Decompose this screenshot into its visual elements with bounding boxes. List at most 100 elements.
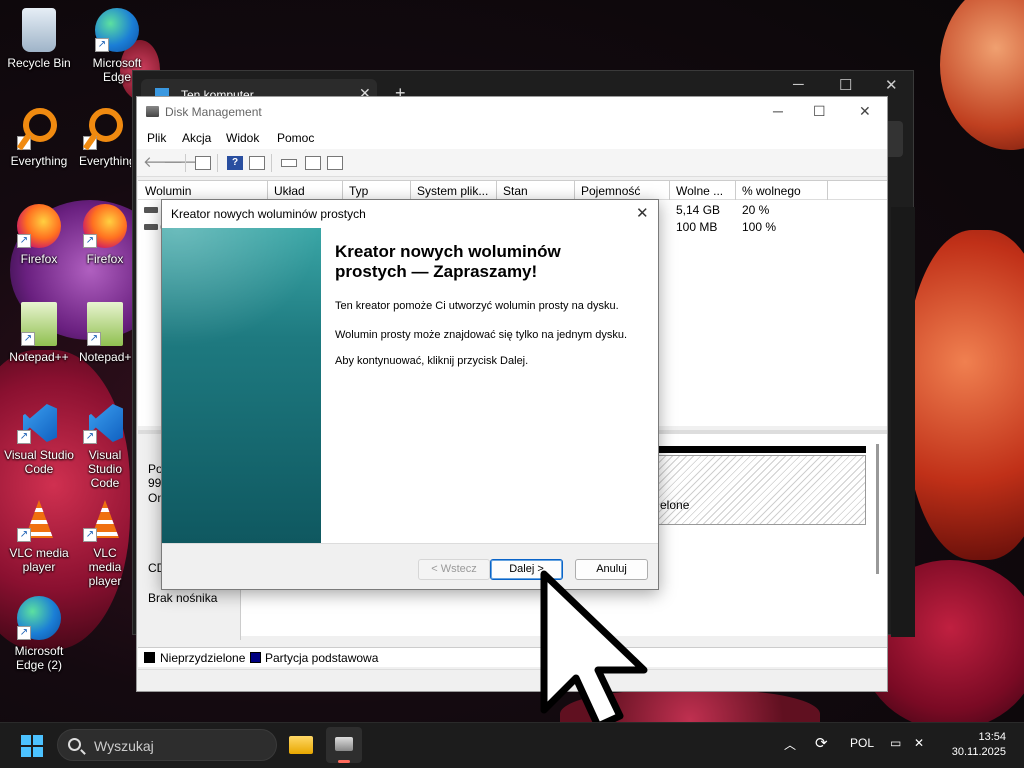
graph-scrollbar[interactable] <box>876 444 879 574</box>
desktop-icon-vlc[interactable]: ↗ VLC media player <box>1 498 77 574</box>
shortcut-arrow-icon: ↗ <box>17 136 31 150</box>
tray-overflow-chevron-icon[interactable]: ︿ <box>784 736 796 753</box>
desktop-icon-label: Everything <box>79 154 131 168</box>
column-filesystem[interactable]: System plik... <box>417 184 488 198</box>
recycle-bin-icon <box>22 8 56 52</box>
new-simple-volume-wizard[interactable]: Kreator nowych woluminów prostych ✕ Krea… <box>161 199 659 590</box>
everything-icon: ↗ <box>17 106 61 150</box>
dm-window-title: Disk Management <box>165 105 262 119</box>
column-divider[interactable] <box>669 181 670 200</box>
dm-close-button[interactable]: ✕ <box>859 103 871 120</box>
desktop-icon-vlc[interactable]: ↗ VLC media player <box>79 498 131 588</box>
notepadpp-icon: ↗ <box>21 302 57 346</box>
desktop-icon-firefox[interactable]: ↗ Firefox <box>1 204 77 266</box>
volume-list-header: Wolumin Układ Typ System plik... Stan Po… <box>138 181 887 200</box>
desktop-icon-notepadpp[interactable]: ↗ Notepad++ <box>79 302 131 364</box>
menu-file[interactable]: Plik <box>147 131 166 145</box>
desktop-icon-label: Recycle Bin <box>7 56 71 70</box>
windows-logo-icon <box>21 735 31 745</box>
column-layout[interactable]: Układ <box>274 184 305 198</box>
desktop-icon-label: VLC media player <box>88 546 122 588</box>
taskbar: Wyszukaj ︿ ⟳ POL ▭ ✕ 13:54 30.11.2025 <box>0 722 1024 768</box>
dm-minimize-button[interactable]: ─ <box>773 103 783 119</box>
shortcut-arrow-icon: ↗ <box>17 234 31 248</box>
back-arrow-icon[interactable]: 🡐 <box>143 152 183 171</box>
column-type[interactable]: Typ <box>349 184 368 198</box>
column-divider[interactable] <box>574 181 575 200</box>
edge-icon: ↗ <box>95 8 139 52</box>
legend-swatch-primary <box>250 652 261 663</box>
menu-help[interactable]: Pomoc <box>277 131 314 145</box>
disk-management-icon <box>146 106 159 117</box>
wizard-side-banner <box>162 228 321 543</box>
shortcut-arrow-icon: ↗ <box>83 136 97 150</box>
clock-date: 30.11.2025 <box>951 746 1006 758</box>
menu-view[interactable]: Widok <box>226 131 259 145</box>
desktop-icon-everything[interactable]: ↗ Everything <box>79 106 131 168</box>
desktop-icon-recycle-bin[interactable]: Recycle Bin <box>1 8 77 70</box>
desktop-icon-vscode[interactable]: ↗ Visual Studio Code <box>1 400 77 476</box>
desktop-icon-edge-2[interactable]: ↗ Microsoft Edge (2) <box>1 596 77 672</box>
desktop-icon-firefox[interactable]: ↗ Firefox <box>79 204 131 266</box>
network-icon[interactable]: ▭ <box>890 736 901 750</box>
wizard-content: Kreator nowych woluminów prostych — Zapr… <box>321 228 658 543</box>
vscode-icon: ↗ <box>17 400 61 444</box>
start-button[interactable] <box>21 735 43 757</box>
wizard-paragraph: Aby kontynuować, kliknij przycisk Dalej. <box>335 355 529 367</box>
column-pct-free[interactable]: % wolnego <box>742 184 801 198</box>
taskbar-search[interactable]: Wyszukaj <box>57 729 277 761</box>
legend-primary: Partycja podstawowa <box>265 651 379 665</box>
show-hide-console-icon[interactable] <box>195 156 211 170</box>
column-divider[interactable] <box>496 181 497 200</box>
taskbar-clock[interactable]: 13:54 30.11.2025 <box>940 730 1006 760</box>
back-button[interactable]: < Wstecz <box>418 559 490 580</box>
disk-icon[interactable] <box>281 159 297 167</box>
shortcut-arrow-icon: ↗ <box>17 626 31 640</box>
column-divider[interactable] <box>827 181 828 200</box>
desktop-icon-label: Firefox <box>86 252 124 266</box>
column-divider[interactable] <box>267 181 268 200</box>
check-icon[interactable] <box>305 156 321 170</box>
firefox-icon: ↗ <box>83 204 127 248</box>
shortcut-arrow-icon: ↗ <box>83 234 97 248</box>
language-indicator[interactable]: POL <box>850 736 874 750</box>
help-icon[interactable]: ? <box>227 156 243 170</box>
vscode-icon: ↗ <box>83 400 127 444</box>
list-icon[interactable] <box>327 156 343 170</box>
unallocated-space-block[interactable] <box>658 455 866 525</box>
properties-icon[interactable] <box>249 156 265 170</box>
column-divider[interactable] <box>342 181 343 200</box>
shortcut-arrow-icon: ↗ <box>83 430 97 444</box>
shortcut-arrow-icon: ↗ <box>21 332 35 346</box>
column-divider[interactable] <box>735 181 736 200</box>
column-divider[interactable] <box>410 181 411 200</box>
file-explorer-taskbar-icon[interactable] <box>283 727 319 763</box>
explorer-close-button[interactable]: ✕ <box>885 76 898 94</box>
explorer-minimize-button[interactable]: ─ <box>793 76 804 93</box>
no-media-label: Brak nośnika <box>148 591 218 605</box>
dm-maximize-button[interactable]: ☐ <box>813 103 826 120</box>
column-volume[interactable]: Wolumin <box>145 184 191 198</box>
clock-time: 13:54 <box>978 731 1006 743</box>
wallpaper-shape <box>905 230 1024 560</box>
wizard-titlebar: Kreator nowych woluminów prostych ✕ <box>162 200 658 228</box>
wallpaper-shape <box>940 0 1024 150</box>
volume-muted-icon[interactable]: ✕ <box>914 736 924 750</box>
column-capacity[interactable]: Pojemność <box>581 184 640 198</box>
desktop-icon-vscode[interactable]: ↗ Visual Studio Code <box>79 400 131 490</box>
desktop-icon-everything[interactable]: ↗ Everything <box>1 106 77 168</box>
explorer-maximize-button[interactable]: ☐ <box>839 76 852 94</box>
disk-management-taskbar-icon[interactable] <box>326 727 362 763</box>
update-status-icon[interactable]: ⟳ <box>815 734 828 752</box>
column-free[interactable]: Wolne ... <box>676 184 723 198</box>
column-status[interactable]: Stan <box>503 184 528 198</box>
drive-icon <box>144 207 158 213</box>
desktop-icon-notepadpp[interactable]: ↗ Notepad++ <box>1 302 77 364</box>
row-free: 5,14 GB <box>676 203 721 217</box>
forward-arrow-icon[interactable]: 🡒 <box>163 152 203 171</box>
explorer-details-pane <box>891 207 915 637</box>
wizard-close-button[interactable]: ✕ <box>636 204 649 222</box>
unallocated-header-bar <box>658 446 866 453</box>
shortcut-arrow-icon: ↗ <box>17 430 31 444</box>
menu-action[interactable]: Akcja <box>182 131 211 145</box>
